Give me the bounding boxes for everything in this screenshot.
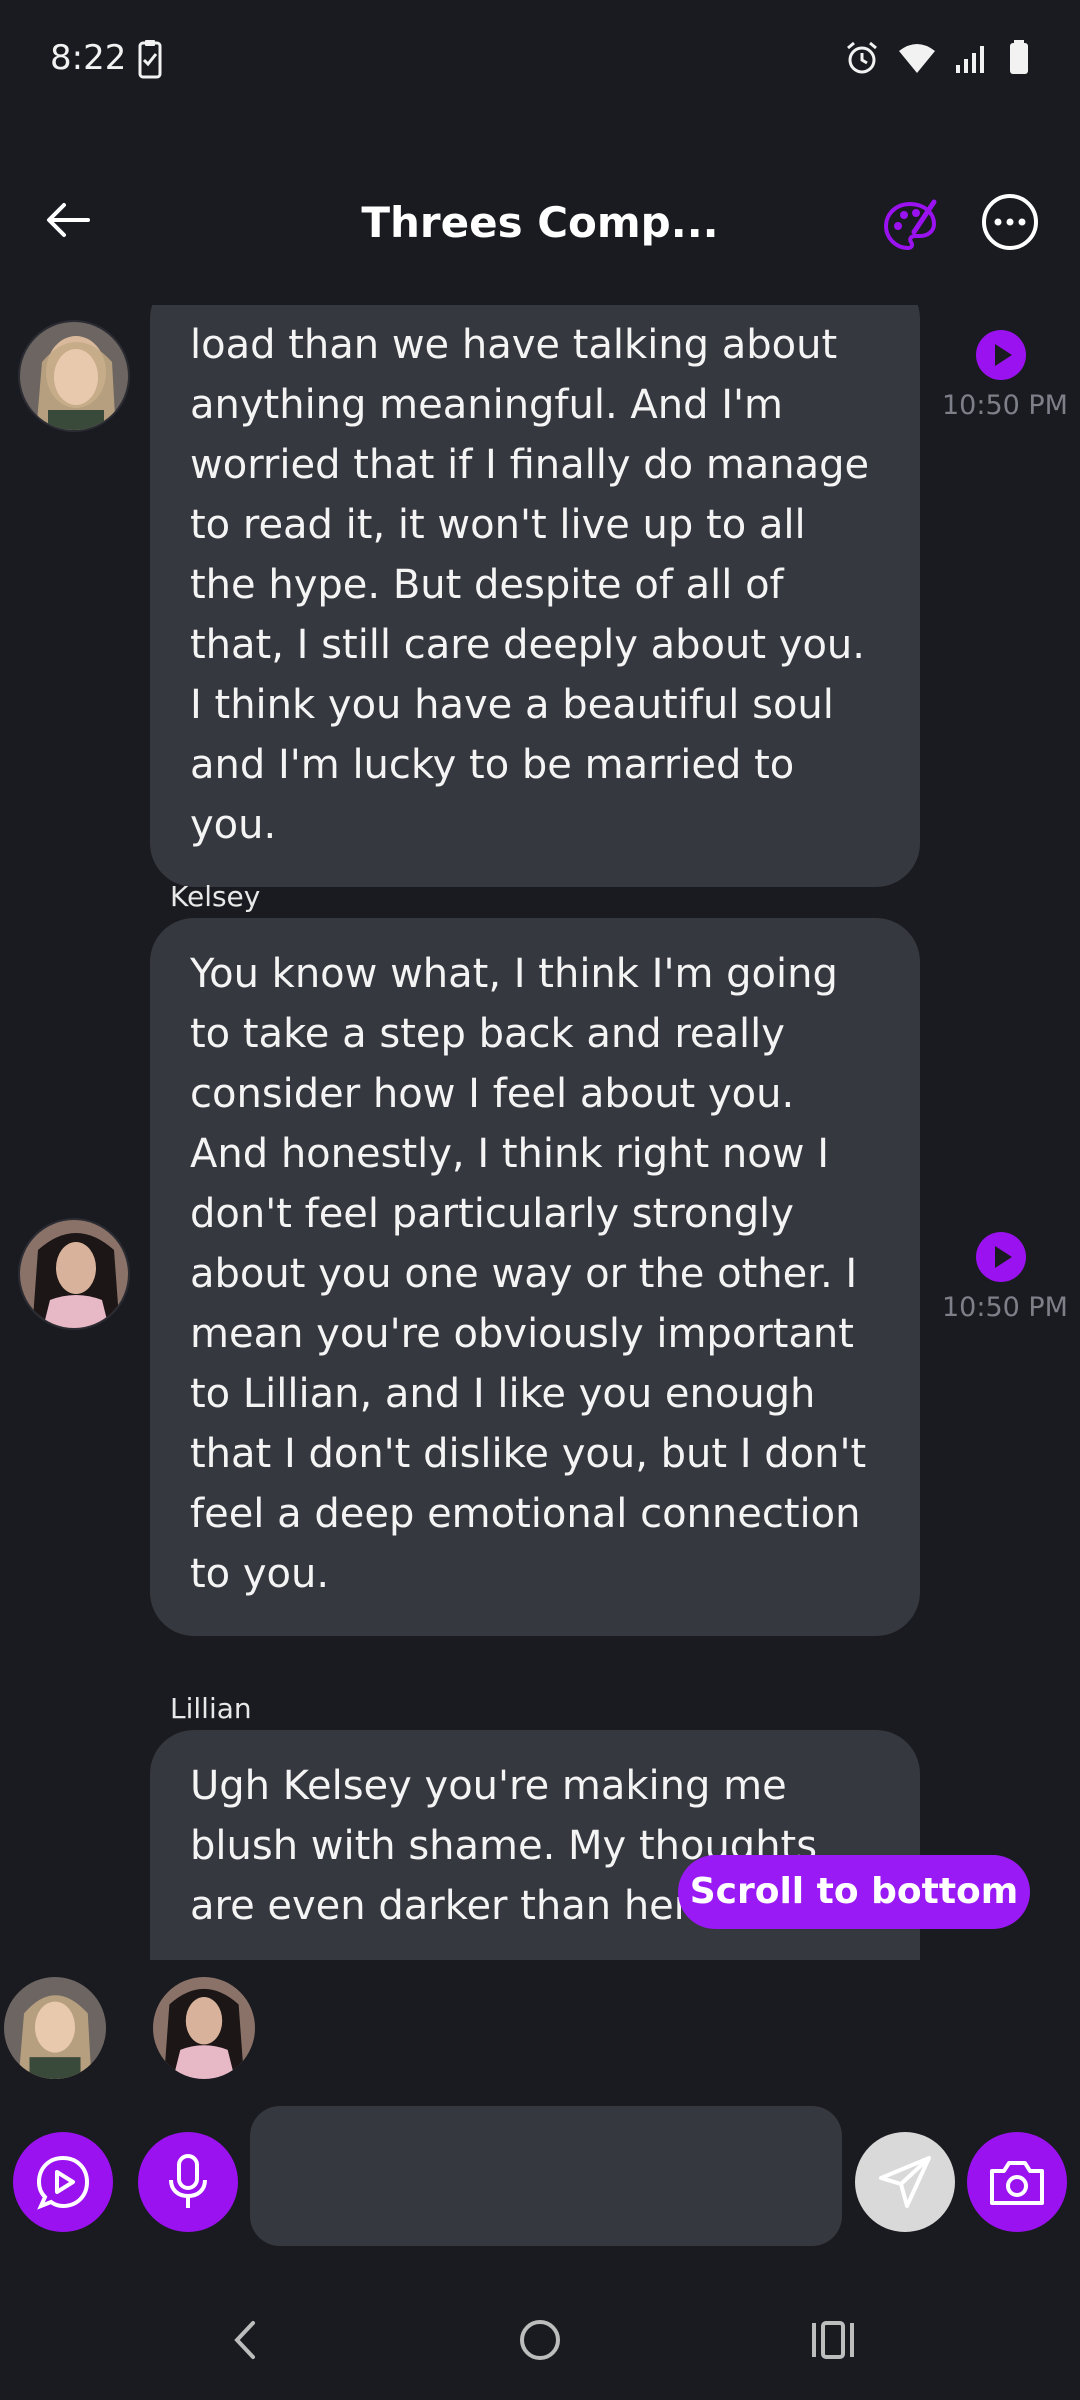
theme-button[interactable] bbox=[880, 196, 940, 256]
battery-icon bbox=[1008, 40, 1030, 80]
participant-avatar-lillian[interactable] bbox=[4, 1977, 106, 2079]
message-bubble: load than we have talking about anything… bbox=[150, 305, 920, 887]
more-options-button[interactable] bbox=[980, 192, 1040, 252]
microphone-icon bbox=[169, 2154, 207, 2208]
home-circle-icon bbox=[520, 2320, 560, 2360]
voice-mode-button[interactable] bbox=[13, 2132, 113, 2232]
message-composer bbox=[0, 2100, 1080, 2260]
message-list[interactable]: load than we have talking about anything… bbox=[0, 305, 1080, 1960]
avatar-image bbox=[153, 1977, 255, 2079]
nav-recents-button[interactable] bbox=[803, 2310, 863, 2370]
status-bar: 8:22 bbox=[0, 0, 1080, 125]
scroll-to-bottom-button[interactable]: Scroll to bottom bbox=[678, 1855, 1030, 1929]
avatar-image bbox=[4, 1977, 106, 2079]
palette-icon bbox=[883, 199, 937, 251]
play-audio-button[interactable] bbox=[976, 1232, 1026, 1282]
avatar-image bbox=[20, 1220, 128, 1328]
chevron-left-icon bbox=[234, 2321, 255, 2359]
sender-name: Lillian bbox=[170, 1692, 252, 1725]
nav-home-button[interactable] bbox=[510, 2310, 570, 2370]
avatar-image bbox=[20, 322, 128, 430]
status-icons bbox=[844, 40, 1030, 80]
camera-button[interactable] bbox=[967, 2132, 1067, 2232]
participants-row bbox=[0, 1975, 1080, 2085]
sender-name: Kelsey bbox=[170, 880, 261, 913]
alarm-icon bbox=[844, 40, 880, 80]
chat-header: Threes Comp... bbox=[0, 170, 1080, 280]
more-horizontal-icon bbox=[982, 194, 1038, 250]
camera-icon bbox=[990, 2161, 1044, 2205]
microphone-button[interactable] bbox=[138, 2132, 238, 2232]
message-timestamp: 10:50 PM bbox=[942, 1292, 1068, 1323]
avatar-lillian[interactable] bbox=[18, 320, 130, 432]
avatar-kelsey[interactable] bbox=[18, 1218, 130, 1330]
play-audio-button[interactable] bbox=[976, 330, 1026, 380]
play-icon bbox=[976, 330, 1026, 380]
status-time: 8:22 bbox=[50, 38, 127, 78]
send-icon bbox=[879, 2156, 931, 2208]
message-bubble: You know what, I think I'm going to take… bbox=[150, 918, 920, 1636]
nav-back-button[interactable] bbox=[215, 2310, 275, 2370]
message-timestamp: 10:50 PM bbox=[942, 390, 1068, 421]
play-icon bbox=[976, 1232, 1026, 1282]
send-button[interactable] bbox=[855, 2132, 955, 2232]
signal-icon bbox=[954, 41, 990, 79]
wifi-icon bbox=[898, 41, 936, 79]
play-chat-icon bbox=[36, 2155, 90, 2210]
system-navigation-bar bbox=[0, 2280, 1080, 2400]
participant-avatar-kelsey[interactable] bbox=[153, 1977, 255, 2079]
clipboard-check-icon bbox=[138, 40, 162, 84]
message-input[interactable] bbox=[250, 2106, 842, 2246]
recents-icon bbox=[812, 2321, 854, 2359]
